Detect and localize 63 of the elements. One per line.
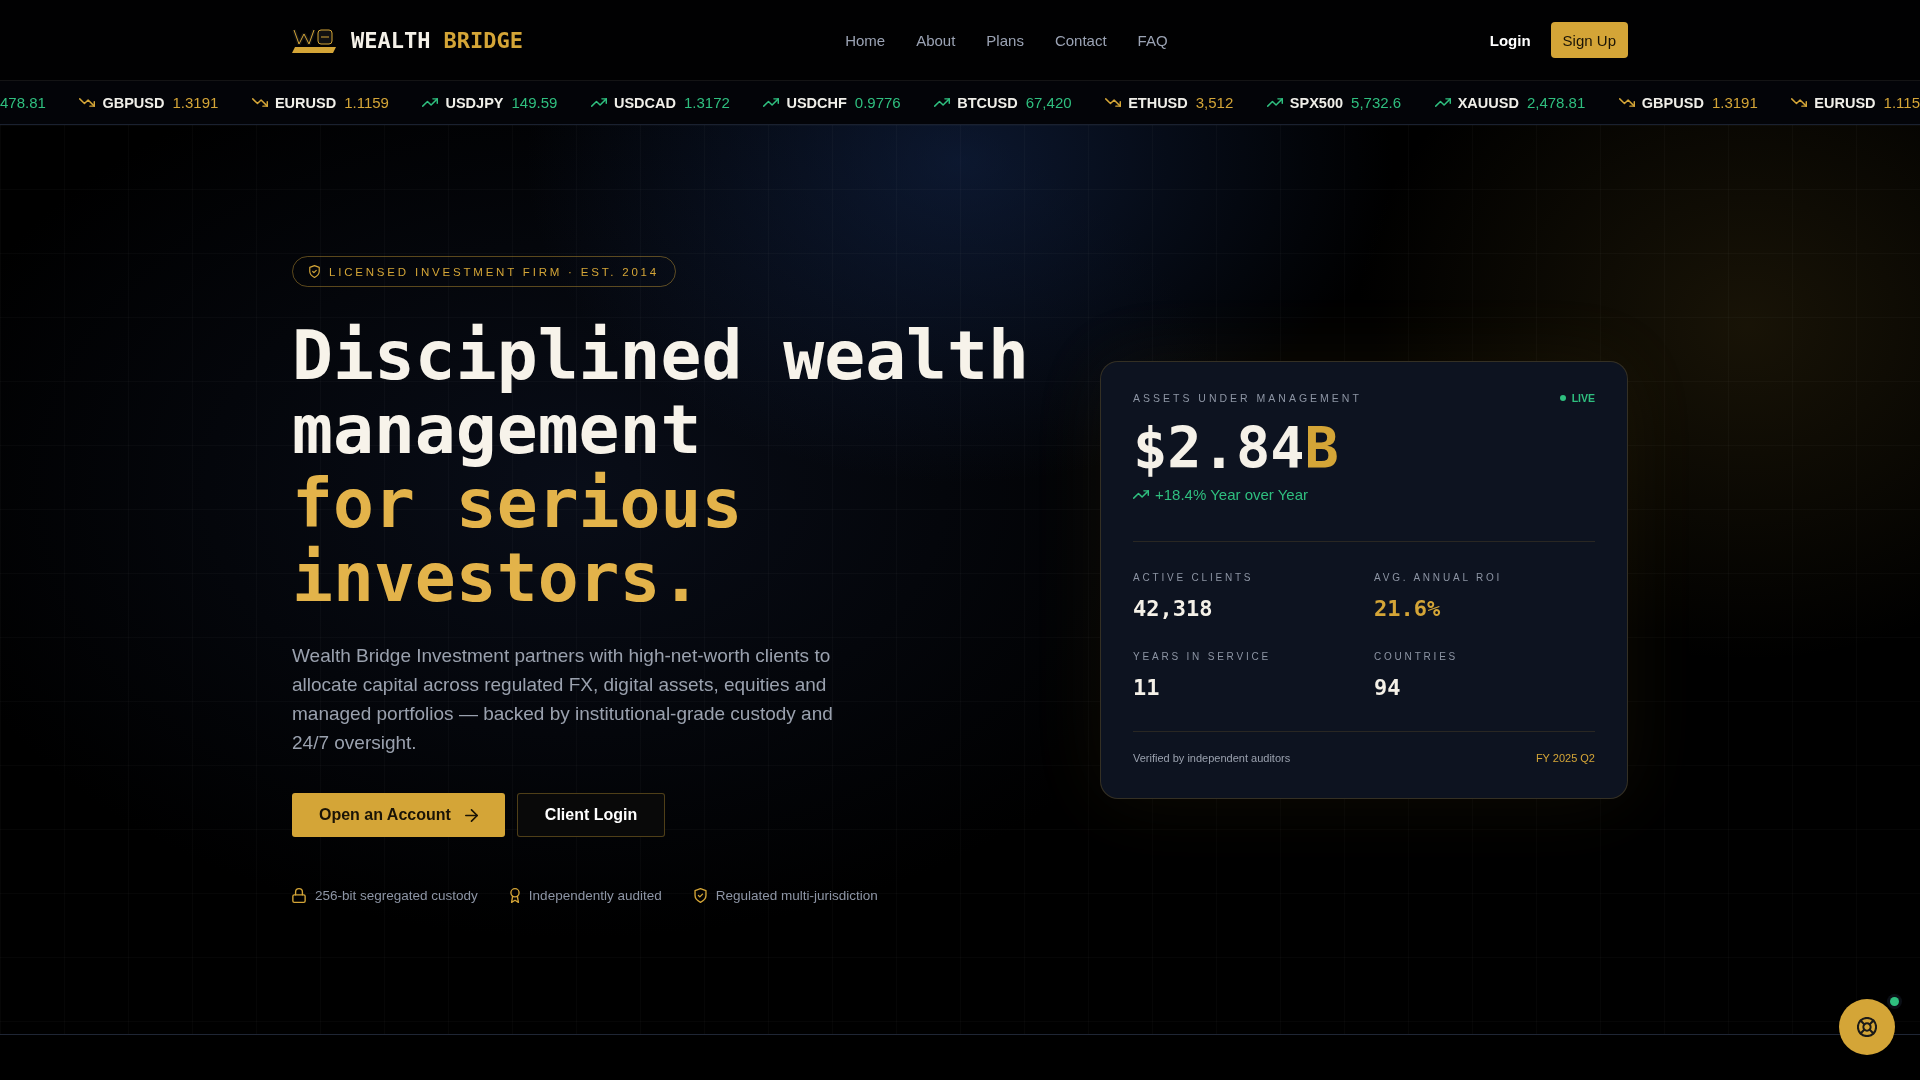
trust-label: Regulated multi-jurisdiction [715,888,878,903]
assets-unit: B [1304,417,1339,478]
ticker-price: 1.3191 [172,94,219,111]
client-login-button[interactable]: Client Login [516,793,666,837]
license-label: LICENSED INVESTMENT FIRM · EST. 2014 [329,265,659,278]
nav-link[interactable]: Contact [1054,31,1107,49]
headline-accent: for serious investors. [292,467,744,615]
help-button[interactable] [1839,999,1895,1055]
award-icon [509,888,520,903]
sign-up-button[interactable]: Sign Up [1550,22,1628,58]
ticker-price: 1.3172 [683,94,730,111]
ticker-symbol: SPX500 [1289,94,1344,111]
shield-check-icon [693,888,707,903]
card-title: ASSETS UNDER MANAGEMENT [1133,391,1362,404]
assets-value: $2.84 [1133,417,1305,478]
period-label: FY 2025 Q2 [1535,751,1595,764]
ticker-symbol: BTCUSD [957,94,1018,111]
ticker-price: 1.1159 [344,94,389,111]
ticker-price: 0.9776 [854,94,901,111]
ticker-price: 478.81 [0,94,46,111]
stat-label: ACTIVE CLIENTS [1133,571,1255,583]
brand-name: WEALTH [351,27,431,53]
ticker-symbol: USDJPY [445,94,504,111]
ticker-symbol: GBPUSD [102,94,165,111]
nav-link[interactable]: FAQ [1137,31,1168,49]
stat-value: 94 [1374,674,1402,700]
open-account-button[interactable]: Open an Account [292,793,505,837]
login-button[interactable]: Login [1489,31,1531,49]
ticker-symbol: USDCHF [786,94,847,111]
stat-value: 42,318 [1133,595,1214,621]
hero-description: Wealth Bridge Investment partners with high-net-worth clients to allocate capital across regulated FX, digital assets, equities and managed portfolios — backed by institutional-grade custody and 24/7 oversight. [292,644,834,755]
ticker-symbol: GBPUSD [1641,94,1704,111]
nav-link[interactable]: Plans [986,31,1024,49]
ticker-symbol: USDCAD [613,94,676,111]
trust-label: Independently audited [528,888,662,903]
brand-name-accent: BRIDGE [443,27,523,53]
ticker-symbol: XAUUSD [1457,94,1519,111]
ticker-price: 2,478.81 [1526,94,1586,111]
lifebuoy-icon [1857,1017,1877,1037]
stat-value: 11 [1133,674,1161,700]
footnote-text: Verified by independent auditors [1133,751,1291,764]
stat-label: YEARS IN SERVICE [1133,650,1272,662]
ticker-symbol: ETHUSD [1128,94,1188,111]
growth-text: +18.4% Year over Year [1155,485,1309,503]
ticker-price: 1.3191 [1711,94,1758,111]
ticker-price: 5,732.6 [1351,94,1402,111]
shield-check-icon [309,265,320,278]
lock-icon [292,888,306,903]
nav-link[interactable]: About [916,31,956,49]
stat-label: COUNTRIES [1374,650,1460,662]
ticker-price: 149.59 [511,94,558,111]
headline: Disciplined wealth management [292,319,1030,467]
trust-label: 256-bit segregated custody [315,888,478,903]
ticker-price: 67,420 [1025,94,1072,111]
status-label: LIVE [1571,391,1595,404]
ticker-symbol: EURUSD [274,94,337,111]
logo-icon[interactable] [292,27,336,53]
ticker-price: 1.115 [1883,94,1920,111]
ticker-price: 3,512 [1195,94,1234,111]
stat-label: AVG. ANNUAL ROI [1374,571,1504,583]
ticker-symbol: EURUSD [1814,94,1876,111]
nav-link[interactable]: Home [845,31,886,49]
stat-value: 21.6% [1374,595,1442,621]
